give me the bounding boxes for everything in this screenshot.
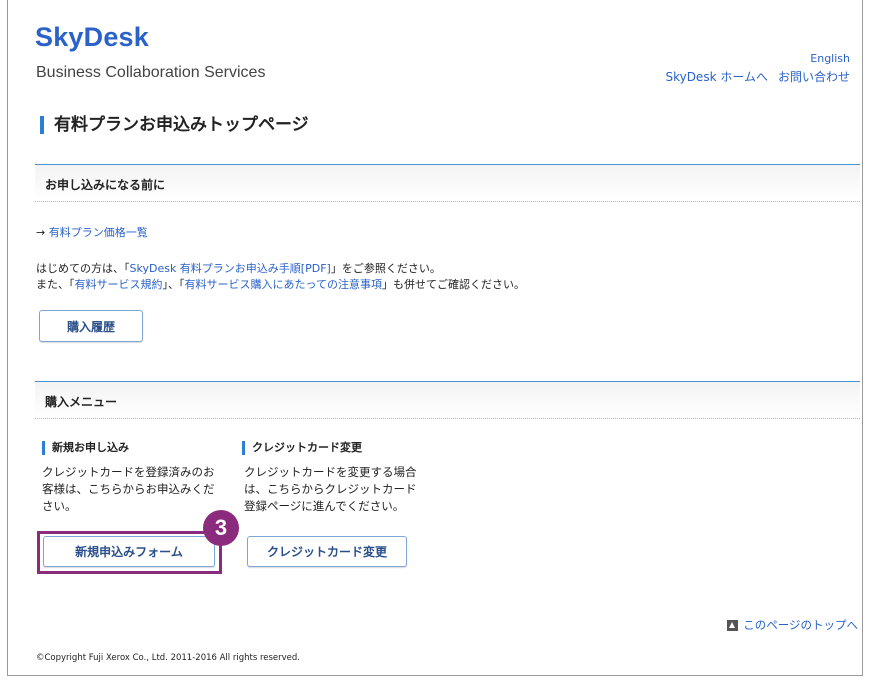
- terms-link[interactable]: 有料サービス規約: [75, 278, 163, 291]
- english-link[interactable]: English: [655, 52, 850, 65]
- price-list-line: → 有料プラン価格一覧: [36, 224, 148, 240]
- purchase-history-button[interactable]: 購入履歴: [39, 310, 143, 342]
- credit-card-change-button[interactable]: クレジットカード変更: [247, 536, 407, 567]
- notes-link[interactable]: 有料サービス購入にあたっての注意事項: [185, 278, 382, 291]
- new-application-description: クレジットカードを登録済みのお客様は、こちらからお申込みください。: [42, 465, 215, 513]
- header-links: English SkyDesk ホームへ お問い合わせ: [655, 52, 850, 85]
- card-change-heading: クレジットカード変更: [242, 441, 362, 455]
- page-top-icon: [727, 619, 739, 631]
- intro-line-1: はじめての方は、「SkyDesk 有料プランお申込み手順[PDF]」をご参照くだ…: [36, 262, 441, 275]
- page-top-link[interactable]: このページのトップへ: [727, 617, 858, 633]
- section-header-menu: 購入メニュー: [35, 381, 860, 418]
- copyright: ©Copyright Fuji Xerox Co., Ltd. 2011-201…: [36, 653, 301, 663]
- price-list-link[interactable]: 有料プラン価格一覧: [49, 226, 148, 239]
- new-application-heading: 新規お申し込み: [42, 441, 129, 455]
- logo-title[interactable]: SkyDesk: [35, 22, 149, 53]
- callout-highlight-box: [37, 531, 222, 574]
- logo-subtitle: Business Collaboration Services: [36, 64, 266, 81]
- intro-line-2: また、「有料サービス規約」、「有料サービス購入にあたっての注意事項」も併せてご確…: [36, 278, 525, 291]
- section-title-menu: 購入メニュー: [45, 395, 118, 409]
- procedure-pdf-link[interactable]: SkyDesk 有料プランお申込み手順[PDF]: [130, 262, 331, 275]
- page-title: 有料プランお申込みトップページ: [40, 116, 309, 134]
- home-link[interactable]: SkyDesk ホームへ: [665, 70, 768, 84]
- callout-number-badge: 3: [203, 510, 239, 546]
- contact-link[interactable]: お問い合わせ: [778, 70, 850, 84]
- divider: [35, 418, 860, 419]
- divider: [35, 201, 860, 202]
- arrow-icon: →: [36, 226, 46, 239]
- page-top-label: このページのトップへ: [743, 618, 858, 632]
- card-change-description: クレジットカードを変更する場合は、こちらからクレジットカード登録ページに進んでく…: [244, 465, 417, 513]
- section-header-before: お申し込みになる前に: [35, 164, 860, 201]
- section-title-before: お申し込みになる前に: [45, 178, 166, 192]
